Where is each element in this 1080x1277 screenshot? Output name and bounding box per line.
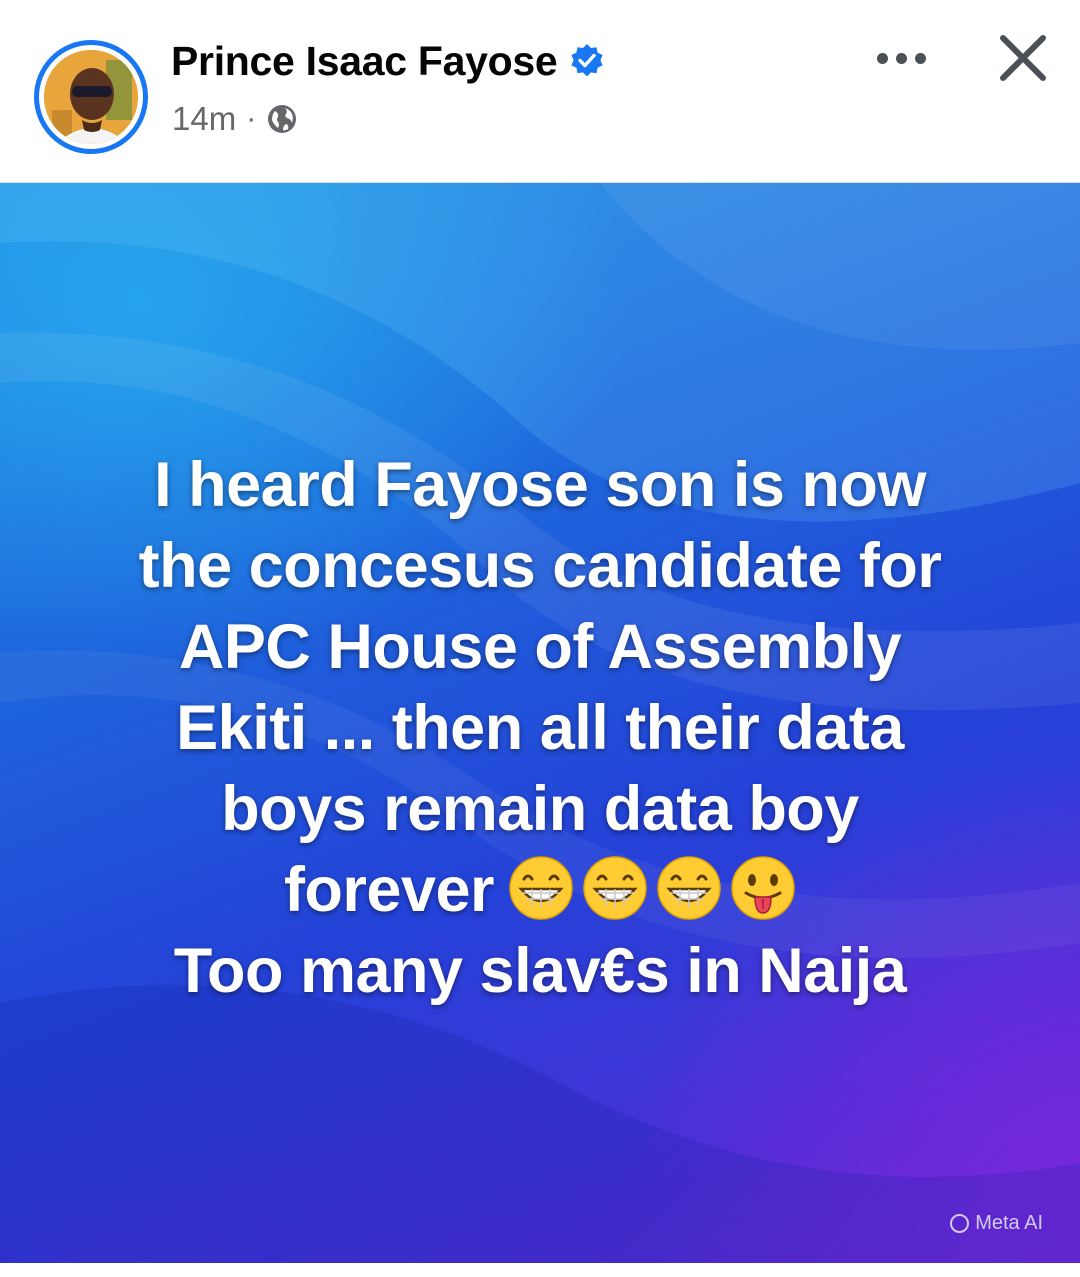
post-text-line-with-emoji: forever bbox=[60, 850, 1020, 931]
grinning-face-icon bbox=[657, 856, 721, 921]
more-dot bbox=[914, 52, 926, 64]
post-text-line: APC House of Assembly bbox=[178, 612, 902, 682]
post-timestamp[interactable]: 14m bbox=[172, 100, 236, 138]
verified-badge-icon bbox=[571, 44, 603, 77]
close-icon[interactable] bbox=[995, 30, 1051, 86]
watermark-label: Meta AI bbox=[975, 1212, 1043, 1234]
more-dot bbox=[895, 52, 907, 64]
author-row: Prince Isaac Fayose bbox=[171, 36, 605, 86]
meta-ai-watermark: Meta AI bbox=[950, 1212, 1043, 1235]
grinning-face-icon bbox=[583, 856, 647, 921]
globe-icon[interactable] bbox=[266, 103, 298, 135]
avatar[interactable] bbox=[34, 40, 148, 154]
post-text-line: the concesus candidate for bbox=[138, 531, 942, 601]
post-text-line: Too many slav€s in Naija bbox=[173, 936, 907, 1006]
post-viewer: Prince Isaac Fayose 14m · I heard Fayose… bbox=[0, 0, 1080, 1277]
grinning-face-icon bbox=[509, 856, 573, 921]
meta-ai-icon bbox=[950, 1214, 970, 1233]
more-dot bbox=[876, 52, 888, 64]
emoji-group bbox=[508, 855, 796, 921]
post-text: I heard Fayose son is now the concesus c… bbox=[60, 445, 1020, 1012]
post-text-line: forever bbox=[283, 855, 495, 925]
more-options-button[interactable] bbox=[868, 36, 934, 80]
post-background-card[interactable]: I heard Fayose son is now the concesus c… bbox=[0, 183, 1080, 1263]
post-text-line: boys remain data boy bbox=[221, 774, 859, 844]
avatar-photo bbox=[44, 50, 138, 144]
post-header: Prince Isaac Fayose 14m · bbox=[0, 0, 1080, 183]
post-text-line: I heard Fayose son is now bbox=[154, 450, 926, 520]
post-text-line: Ekiti ... then all their data bbox=[176, 693, 904, 763]
post-meta: 14m · bbox=[172, 97, 298, 141]
meta-separator: · bbox=[246, 102, 257, 135]
tongue-face-icon bbox=[731, 856, 795, 921]
author-name[interactable]: Prince Isaac Fayose bbox=[171, 38, 558, 85]
bottom-strip bbox=[0, 1263, 1080, 1277]
